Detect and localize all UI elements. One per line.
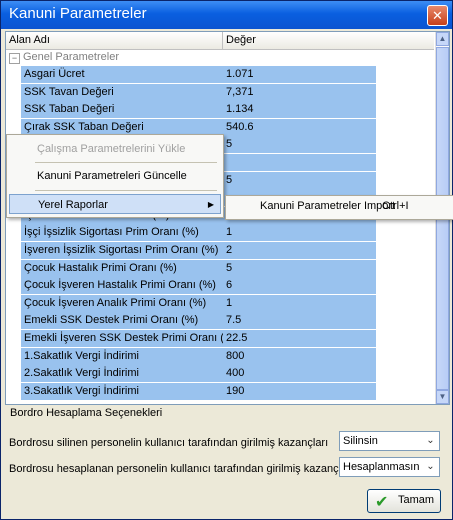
deleted-option-select[interactable]: Silinsin ⌄ [339,431,440,451]
table-row[interactable]: SSK Taban Değeri 1.134 [21,101,434,119]
submenu-item-label: Kanuni Parametreler Import [260,200,396,212]
ok-button-label: Tamam [398,494,435,506]
row-value[interactable] [223,154,376,171]
row-name[interactable]: Emekli İşveren SSK Destek Primi Oranı (% [21,330,224,347]
table-row[interactable]: Çocuk Hastalık Primi Oranı (%) 5 [21,259,434,278]
check-icon: ✔ [375,494,389,511]
row-value[interactable]: 5 [223,259,376,277]
menu-item-update-params[interactable]: Kanuni Parametreleri Güncelle [9,166,221,186]
row-name[interactable]: SSK Tavan Değeri [21,83,224,101]
row-value[interactable]: 22.5 [223,330,376,347]
row-value[interactable]: 190 [223,382,376,400]
menu-item-label: Yerel Raporlar [38,199,108,211]
row-value[interactable]: 7.5 [223,312,376,330]
column-header-name[interactable]: Alan Adı [6,32,223,49]
column-header-value[interactable]: Değer [223,32,431,49]
group-label: Genel Parametreler [23,51,119,63]
table-row[interactable]: İşçi İşsizlik Sigortası Prim Oranı (%) 1 [21,224,434,242]
row-value[interactable]: 540.6 [223,118,376,136]
row-name[interactable]: Çocuk İşveren Hastalık Primi Oranı (%) [21,277,224,295]
row-name[interactable]: 1.Sakatlık Vergi İndirimi [21,347,224,365]
menu-item-label: Çalışma Parametrelerini Yükle [37,143,186,155]
menu-item-load-params[interactable]: Çalışma Parametrelerini Yükle [9,139,221,159]
menu-item-local-reports[interactable]: Yerel Raporlar ▶ [9,194,221,214]
close-icon: ✕ [432,8,443,23]
collapse-icon[interactable]: − [9,53,20,64]
row-value[interactable]: 7,371 [223,83,376,101]
submenu: Kanuni Parametreler Import Ctrl+I [225,195,453,220]
row-name[interactable]: SSK Taban Değeri [21,101,224,119]
table-row[interactable]: Emekli İşveren SSK Destek Primi Oranı (%… [21,330,434,348]
close-button[interactable]: ✕ [427,5,448,26]
row-value[interactable]: 6 [223,277,376,295]
row-value[interactable]: 1 [223,224,376,242]
group-row-general[interactable]: − Genel Parametreler [6,49,434,66]
chevron-down-icon[interactable]: ⌄ [423,459,438,475]
table-row[interactable]: Çocuk İşveren Analık Primi Oranı (%) 1 [21,294,434,313]
title-bar[interactable]: Kanuni Parametreler ✕ [1,1,452,29]
row-value[interactable]: 1 [223,294,376,312]
row-name[interactable]: Çocuk İşveren Analık Primi Oranı (%) [21,294,224,312]
table-row[interactable]: 1.Sakatlık Vergi İndirimi 800 [21,347,434,366]
menu-item-label: Kanuni Parametreleri Güncelle [37,170,187,182]
menu-separator [35,162,217,163]
chevron-down-icon[interactable]: ⌄ [423,433,438,449]
row-name[interactable]: Çocuk Hastalık Primi Oranı (%) [21,259,224,277]
row-value[interactable]: 1.134 [223,101,376,119]
grid-header: Alan Adı Değer [6,32,434,50]
row-name[interactable]: İşçi İşsizlik Sigortası Prim Oranı (%) [21,224,224,242]
row-value[interactable]: 400 [223,365,376,383]
row-value[interactable]: 1.071 [223,66,376,83]
table-row[interactable]: Asgari Ücret 1.071 [21,66,434,84]
row-name[interactable]: İşveren İşsizlik Sigortası Prim Oranı (%… [21,242,224,259]
row-value[interactable]: 5 [223,171,376,189]
row-value[interactable]: 800 [223,347,376,365]
row-name[interactable]: Emekli SSK Destek Primi Oranı (%) [21,312,224,330]
table-row[interactable]: İşveren İşsizlik Sigortası Prim Oranı (%… [21,242,434,260]
table-row[interactable]: 2.Sakatlık Vergi İndirimi 400 [21,365,434,383]
scroll-up-button[interactable]: ▲ [436,32,449,46]
row-name[interactable]: 2.Sakatlık Vergi İndirimi [21,365,224,383]
section-title: Bordro Hesaplama Seçenekleri [10,407,163,419]
table-row[interactable]: SSK Tavan Değeri 7,371 [21,83,434,102]
submenu-arrow-icon: ▶ [207,200,214,209]
menu-separator [35,190,217,191]
deleted-option-value: Silinsin [343,435,378,447]
table-row[interactable]: Çocuk İşveren Hastalık Primi Oranı (%) 6 [21,277,434,295]
row-value[interactable]: 2 [223,242,376,259]
scroll-down-button[interactable]: ▼ [436,390,449,404]
row-name[interactable]: 3.Sakatlık Vergi İndirimi [21,382,224,400]
row-value[interactable]: 5 [223,136,376,154]
kanuni-parametreler-window: Kanuni Parametreler ✕ Alan Adı Değer − Ge… [0,0,453,520]
calculated-option-label: Bordrosu hesaplanan personelin kullanıcı… [9,463,354,475]
window-title: Kanuni Parametreler [9,5,147,22]
table-row[interactable]: 3.Sakatlık Vergi İndirimi 190 [21,382,434,401]
table-row[interactable]: Emekli SSK Destek Primi Oranı (%) 7.5 [21,312,434,330]
ok-button[interactable]: ✔ Tamam [367,489,441,513]
calculated-option-value: Hesaplanmasın [343,461,420,473]
calculated-option-select[interactable]: Hesaplanmasın ⌄ [339,457,440,477]
row-name[interactable]: Asgari Ücret [21,66,224,83]
deleted-option-label: Bordrosu silinen personelin kullanıcı ta… [9,437,329,449]
context-menu: Çalışma Parametrelerini Yükle Kanuni Par… [6,134,224,218]
submenu-item-shortcut: Ctrl+I [382,200,409,212]
